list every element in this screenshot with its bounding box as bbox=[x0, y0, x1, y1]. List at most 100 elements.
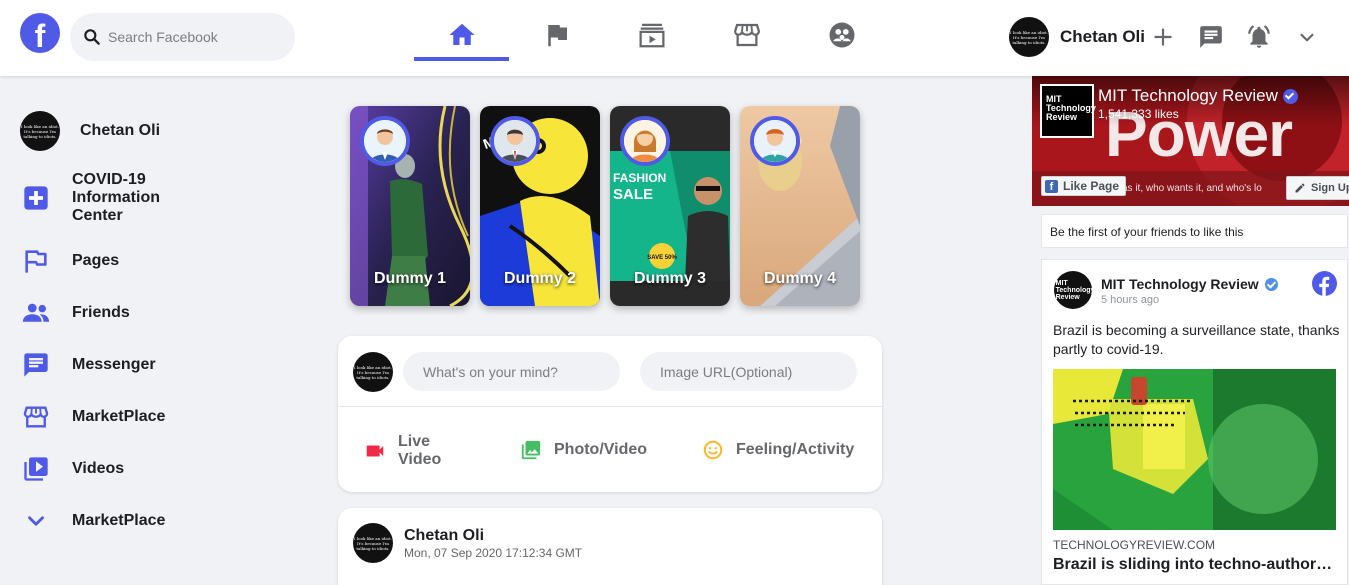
sign-up-label: Sign Up bbox=[1311, 182, 1349, 194]
post-link-image[interactable] bbox=[1053, 369, 1336, 530]
story-overlay-title-1: FASHION bbox=[613, 171, 666, 185]
sidebar-item-videos[interactable]: Videos bbox=[20, 453, 124, 485]
page-likes: 1,541,333 likes bbox=[1098, 107, 1179, 121]
post-timestamp: Mon, 07 Sep 2020 17:12:34 GMT bbox=[404, 546, 583, 560]
sidebar-item-marketplace[interactable]: MarketPlace bbox=[20, 401, 165, 433]
sidebar-profile-name: Chetan Oli bbox=[80, 122, 161, 139]
verified-badge-icon bbox=[1282, 88, 1298, 104]
post-page-title[interactable]: MIT Technology Review bbox=[1101, 276, 1278, 292]
sidebar-item-friends[interactable]: Friends bbox=[20, 297, 130, 329]
story-overlay-title-2: SALE bbox=[613, 186, 653, 203]
story-name: Dummy 1 bbox=[373, 270, 447, 287]
page-cover: Power as it, who wants it, and who's lo … bbox=[1032, 76, 1349, 206]
tab-home[interactable] bbox=[414, 14, 509, 61]
groups-icon bbox=[829, 22, 854, 48]
sidebar-profile[interactable]: I look like an idiot. It's because I'm t… bbox=[20, 111, 160, 151]
search-bar[interactable] bbox=[70, 13, 295, 61]
story-avatar bbox=[360, 116, 410, 166]
avatar: I look like an idiot. It's because I'm t… bbox=[1009, 17, 1049, 57]
search-input[interactable] bbox=[108, 29, 278, 45]
facebook-logo[interactable]: f bbox=[20, 13, 60, 53]
sidebar-item-more[interactable]: MarketPlace bbox=[20, 505, 165, 537]
story-avatar bbox=[620, 116, 670, 166]
sidebar-item-label: MarketPlace bbox=[72, 512, 166, 529]
link-domain: TECHNOLOGYREVIEW.COM bbox=[1053, 538, 1216, 552]
post-author[interactable]: Chetan Oli bbox=[404, 527, 484, 545]
post-page-logo[interactable]: MIT Technology Review bbox=[1054, 271, 1094, 309]
header-profile[interactable]: I look like an idiot. It's because I'm t… bbox=[1009, 17, 1145, 57]
friends-like-notice: Be the first of your friends to like thi… bbox=[1041, 214, 1348, 248]
facebook-icon[interactable] bbox=[1312, 271, 1337, 296]
sidebar-item-covid[interactable]: COVID-19 Information Center bbox=[20, 171, 182, 225]
people-icon bbox=[20, 297, 52, 329]
page-name: MIT Technology Review bbox=[1098, 86, 1278, 105]
sidebar-item-pages[interactable]: Pages bbox=[20, 245, 119, 277]
flag-icon bbox=[20, 245, 52, 277]
image-url-input[interactable] bbox=[640, 352, 857, 391]
top-bar: f I look like an idiot. It's because I'm… bbox=[0, 0, 1349, 76]
story-avatar bbox=[750, 116, 800, 166]
store-icon bbox=[20, 401, 52, 433]
pencil-icon bbox=[1295, 183, 1305, 193]
story-name: Dummy 3 bbox=[633, 270, 707, 287]
sign-up-button[interactable]: Sign Up bbox=[1286, 176, 1349, 200]
live-video-button[interactable]: Live Video bbox=[364, 433, 458, 469]
link-title[interactable]: Brazil is sliding into techno-authoritar… bbox=[1053, 556, 1336, 574]
story-card[interactable]: Dummy 4 bbox=[740, 106, 860, 306]
sidebar-item-label: MarketPlace bbox=[72, 408, 166, 425]
post-time: 5 hours ago bbox=[1101, 294, 1160, 306]
photo-icon bbox=[521, 440, 541, 460]
page-post: MIT Technology Review MIT Technology Rev… bbox=[1041, 259, 1348, 585]
like-page-label: Like Page bbox=[1063, 179, 1120, 193]
tab-marketplace[interactable] bbox=[699, 14, 794, 61]
flag-icon bbox=[547, 25, 567, 47]
notifications-bell-icon[interactable] bbox=[1246, 24, 1272, 50]
post-text: Brazil is becoming a surveillance state,… bbox=[1053, 322, 1340, 357]
chat-icon bbox=[20, 349, 52, 381]
story-card[interactable]: FASHION SALE SAVE 50% Dummy 3 bbox=[610, 106, 730, 306]
avatar: I look like an idiot. It's because I'm t… bbox=[353, 523, 393, 563]
sidebar-item-messenger[interactable]: Messenger bbox=[20, 349, 156, 381]
post-composer: I look like an idiot. It's because I'm t… bbox=[338, 336, 882, 492]
cover-subtext: as it, who wants it, and who's lo bbox=[1122, 183, 1262, 194]
home-icon bbox=[449, 23, 474, 45]
story-name: Dummy 2 bbox=[503, 270, 577, 287]
photo-video-button[interactable]: Photo/Video bbox=[520, 439, 647, 461]
marketplace-icon bbox=[733, 23, 760, 47]
live-video-label: Live Video bbox=[398, 433, 442, 468]
page-logo[interactable]: MIT Technology Review bbox=[1040, 84, 1096, 138]
divider bbox=[338, 406, 882, 407]
watch-icon bbox=[639, 23, 665, 48]
story-name: Dummy 4 bbox=[763, 270, 837, 287]
tab-groups[interactable] bbox=[794, 14, 889, 61]
story-card[interactable]: Dummy 1 bbox=[350, 106, 470, 306]
video-camera-icon bbox=[366, 445, 384, 457]
video-library-icon bbox=[20, 453, 52, 485]
avatar: I look like an idiot. It's because I'm t… bbox=[20, 111, 60, 151]
story-card[interactable]: MMIES Dummy 2 bbox=[480, 106, 600, 306]
tab-pages[interactable] bbox=[509, 14, 604, 61]
page-plugin: Power as it, who wants it, and who's lo … bbox=[1032, 76, 1349, 585]
account-chevron-down-icon[interactable] bbox=[1294, 24, 1320, 50]
header-user-name: Chetan Oli bbox=[1060, 27, 1146, 46]
sidebar-item-label: COVID-19 Information Center bbox=[72, 171, 160, 224]
messenger-icon[interactable] bbox=[1198, 24, 1224, 50]
post-page-name: MIT Technology Review bbox=[1101, 276, 1259, 292]
sidebar-item-label: Messenger bbox=[72, 356, 156, 373]
search-icon bbox=[84, 29, 100, 45]
like-page-button[interactable]: f Like Page bbox=[1041, 176, 1127, 196]
facebook-small-icon: f bbox=[1045, 179, 1058, 193]
photo-video-label: Photo/Video bbox=[554, 441, 648, 458]
story-overlay-badge: SAVE 50% bbox=[647, 255, 677, 261]
feeling-activity-button[interactable]: Feeling/Activity bbox=[702, 439, 854, 461]
whats-on-your-mind-input[interactable] bbox=[403, 352, 620, 391]
chevron-down-icon bbox=[20, 505, 52, 537]
smiley-icon bbox=[703, 440, 723, 460]
sidebar-item-label: Friends bbox=[72, 304, 130, 321]
create-plus-icon[interactable] bbox=[1150, 24, 1176, 50]
page-title[interactable]: MIT Technology Review bbox=[1098, 86, 1298, 106]
sidebar-item-label: Pages bbox=[72, 252, 120, 269]
verified-badge-icon bbox=[1264, 277, 1278, 291]
tab-watch[interactable] bbox=[604, 14, 699, 61]
avatar: I look like an idiot. It's because I'm t… bbox=[353, 352, 393, 392]
